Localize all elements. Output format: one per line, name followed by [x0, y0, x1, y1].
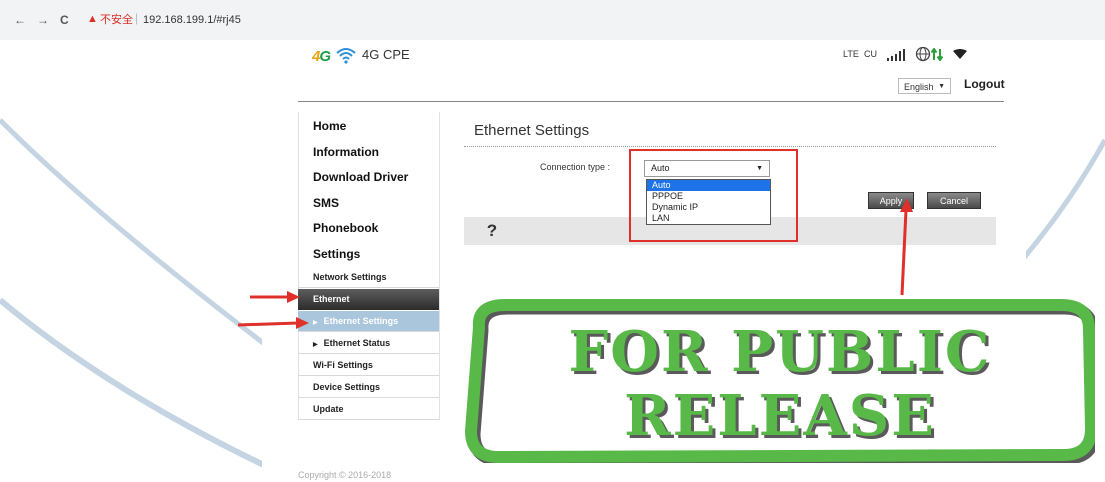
header-divider [298, 101, 1004, 102]
insecure-label[interactable]: 不安全 [100, 14, 133, 26]
wifi-logo-icon [336, 48, 356, 64]
public-release-stamp: FOR PUBLIC RELEASE [465, 297, 1095, 463]
sidebar-item-download-driver[interactable]: Download Driver [313, 170, 408, 184]
sidebar-item-information[interactable]: Information [313, 145, 379, 159]
sidebar-item-update[interactable]: Update [298, 399, 439, 420]
chevron-down-icon: ▼ [938, 83, 945, 90]
url-text[interactable]: 192.168.199.1/#rj45 [143, 14, 241, 26]
sidebar-item-ethernet-settings[interactable]: ▶ Ethernet Settings [298, 311, 439, 332]
sidebar-item-sms[interactable]: SMS [313, 196, 339, 210]
apply-button[interactable]: Apply [868, 192, 914, 209]
title-divider [464, 146, 996, 147]
copyright: Copyright © 2016-2018 [298, 470, 392, 480]
annotation-highlight-box [629, 149, 798, 242]
back-arrow-icon[interactable]: ← [14, 14, 26, 26]
triangle-right-icon: ▶ [313, 320, 318, 326]
sidebar-item-network-settings[interactable]: Network Settings [298, 267, 439, 288]
help-icon[interactable]: ? [482, 221, 502, 241]
network-type-lte: LTE [843, 49, 859, 59]
logout-link[interactable]: Logout [964, 77, 1005, 91]
stamp-line-2: RELEASE [624, 383, 936, 449]
forward-arrow-icon[interactable]: → [37, 14, 49, 26]
data-transfer-icon [931, 48, 943, 61]
page-title: Ethernet Settings [474, 122, 590, 139]
reload-icon[interactable]: C [60, 14, 69, 26]
warning-icon: ▲ [87, 13, 98, 25]
language-select[interactable]: English ▼ [898, 78, 951, 94]
brand-name: 4G CPE [362, 47, 410, 62]
stamp-line-1: FOR PUBLIC [568, 319, 992, 385]
sidebar-border-right [439, 112, 440, 420]
sidebar-item-phonebook[interactable]: Phonebook [313, 221, 378, 235]
sidebar-item-wifi-settings[interactable]: Wi-Fi Settings [298, 355, 439, 376]
triangle-right-icon: ▶ [313, 342, 318, 348]
sidebar-item-device-settings[interactable]: Device Settings [298, 377, 439, 398]
sidebar-item-ethernet[interactable]: Ethernet [298, 289, 439, 310]
connection-type-label: Connection type : [540, 162, 611, 172]
url-separator: | [135, 11, 139, 25]
sidebar-item-home[interactable]: Home [313, 119, 346, 133]
sidebar-item-ethernet-status[interactable]: ▶ Ethernet Status [298, 333, 439, 354]
cancel-button[interactable]: Cancel [927, 192, 981, 209]
signal-strength-icon [887, 49, 905, 61]
wifi-status-icon [953, 49, 967, 59]
network-operator: CU [864, 49, 877, 59]
browser-address-bar: ← → C ▲ 不安全 | 192.168.199.1/#rj45 [0, 0, 1105, 40]
globe-icon [915, 46, 931, 62]
sidebar-item-settings[interactable]: Settings [313, 247, 360, 261]
logo-4g: 4G [312, 48, 331, 65]
